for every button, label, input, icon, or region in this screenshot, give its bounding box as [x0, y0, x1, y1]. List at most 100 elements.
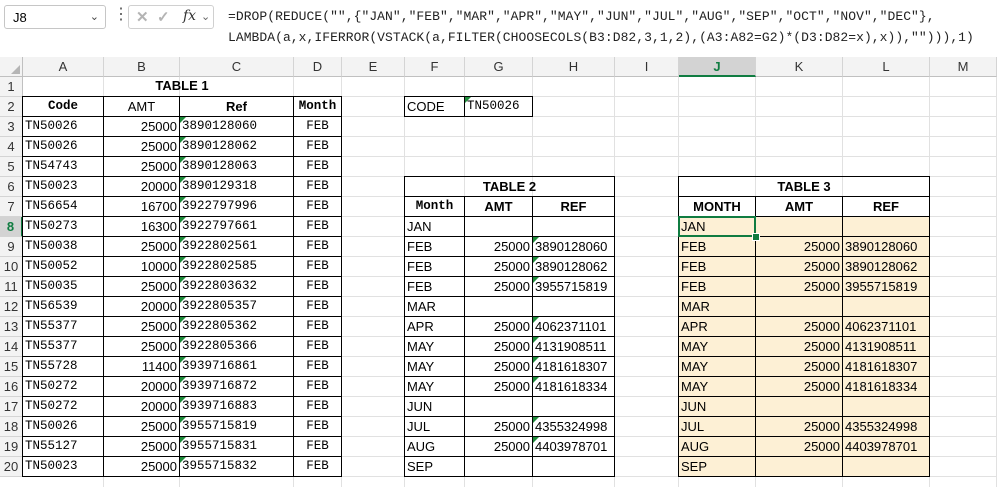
table2-month[interactable]: MAY: [404, 376, 465, 397]
row-header-17[interactable]: 17: [0, 397, 23, 417]
table1-amt[interactable]: 16300: [103, 216, 180, 237]
table2-amt[interactable]: 25000: [464, 236, 533, 257]
column-header-l[interactable]: L: [843, 57, 930, 77]
table2-ref[interactable]: [532, 396, 615, 417]
column-header-i[interactable]: I: [615, 57, 679, 77]
table1-month[interactable]: FEB: [293, 316, 342, 337]
row-header-7[interactable]: 7: [0, 197, 23, 217]
table2-ref[interactable]: [532, 216, 615, 237]
table2-amt[interactable]: [464, 216, 533, 237]
table1-ref[interactable]: 3890129318: [179, 176, 294, 197]
table1-code[interactable]: TN50038: [22, 236, 104, 257]
table1-month[interactable]: FEB: [293, 216, 342, 237]
table3-amt[interactable]: 25000: [755, 256, 843, 277]
table1-ref[interactable]: 3890128062: [179, 136, 294, 157]
table2-amt[interactable]: 25000: [464, 336, 533, 357]
code-label[interactable]: CODE: [404, 96, 465, 117]
table1-code[interactable]: TN56654: [22, 196, 104, 217]
table1-ref[interactable]: 3939716872: [179, 376, 294, 397]
table1-amt[interactable]: 25000: [103, 336, 180, 357]
table3-ref[interactable]: [842, 216, 930, 237]
table1-month[interactable]: FEB: [293, 416, 342, 437]
column-header-e[interactable]: E: [342, 57, 405, 77]
table1-ref[interactable]: 3955715832: [179, 456, 294, 477]
table1-ref[interactable]: 3922802585: [179, 256, 294, 277]
column-header-j[interactable]: J: [679, 57, 756, 77]
header-month[interactable]: Month: [293, 96, 342, 117]
table2-amt[interactable]: [464, 456, 533, 477]
table2-title[interactable]: TABLE 2: [404, 176, 615, 197]
select-all-corner[interactable]: [0, 57, 23, 77]
table1-amt[interactable]: 25000: [103, 416, 180, 437]
row-header-8[interactable]: 8: [0, 217, 23, 237]
row-header-9[interactable]: 9: [0, 237, 23, 257]
table1-amt[interactable]: 25000: [103, 456, 180, 477]
table2-month[interactable]: JUN: [404, 396, 465, 417]
table2-ref[interactable]: [532, 456, 615, 477]
header-code[interactable]: Code: [22, 96, 104, 117]
table1-month[interactable]: FEB: [293, 336, 342, 357]
spreadsheet-grid[interactable]: A B C D E F G H I J K L M 1 2 3 4 5 6 7 8 9 10 11 12 13 14 15 16 17 18…: [0, 57, 997, 487]
table2-ref[interactable]: 4181618334: [532, 376, 615, 397]
table1-code[interactable]: TN50026: [22, 136, 104, 157]
table1-ref[interactable]: 3922803632: [179, 276, 294, 297]
table1-month[interactable]: FEB: [293, 396, 342, 417]
chevron-down-icon[interactable]: ⌄: [90, 10, 99, 23]
table1-code[interactable]: TN50035: [22, 276, 104, 297]
table1-code[interactable]: TN55728: [22, 356, 104, 377]
table1-month[interactable]: FEB: [293, 236, 342, 257]
table1-ref[interactable]: 3922805362: [179, 316, 294, 337]
column-header-b[interactable]: B: [104, 57, 180, 77]
table1-amt[interactable]: 20000: [103, 376, 180, 397]
table2-ref[interactable]: 4355324998: [532, 416, 615, 437]
table3-ref[interactable]: [842, 296, 930, 317]
table1-ref[interactable]: 3922805357: [179, 296, 294, 317]
row-header-10[interactable]: 10: [0, 257, 23, 277]
insert-function-icon[interactable]: fx: [183, 8, 196, 24]
table3-amt[interactable]: [755, 456, 843, 477]
table1-month[interactable]: FEB: [293, 136, 342, 157]
table1-code[interactable]: TN55377: [22, 336, 104, 357]
table1-month[interactable]: FEB: [293, 276, 342, 297]
table2-ref[interactable]: [532, 296, 615, 317]
header-amt[interactable]: AMT: [103, 96, 180, 117]
column-header-f[interactable]: F: [405, 57, 465, 77]
table2-amt[interactable]: 25000: [464, 276, 533, 297]
row-header-11[interactable]: 11: [0, 277, 23, 297]
table1-amt[interactable]: 20000: [103, 396, 180, 417]
table3-ref[interactable]: [842, 396, 930, 417]
table2-ref[interactable]: 4062371101: [532, 316, 615, 337]
header-ref[interactable]: REF: [532, 196, 615, 217]
row-header-3[interactable]: 3: [0, 117, 23, 137]
table1-code[interactable]: TN56539: [22, 296, 104, 317]
table2-ref[interactable]: 4403978701: [532, 436, 615, 457]
confirm-icon[interactable]: ✓: [157, 8, 170, 26]
header-ref[interactable]: REF: [842, 196, 930, 217]
row-header-4[interactable]: 4: [0, 137, 23, 157]
table1-code[interactable]: TN55127: [22, 436, 104, 457]
header-month[interactable]: Month: [404, 196, 465, 217]
name-box[interactable]: J8 ⌄: [4, 5, 106, 29]
table1-ref[interactable]: 3922805366: [179, 336, 294, 357]
table2-amt[interactable]: 25000: [464, 316, 533, 337]
header-ref[interactable]: Ref: [179, 96, 294, 117]
table3-ref[interactable]: 4355324998: [842, 416, 930, 437]
table3-amt[interactable]: 25000: [755, 436, 843, 457]
table3-month[interactable]: MAY: [678, 336, 756, 357]
table1-code[interactable]: TN50023: [22, 176, 104, 197]
table1-amt[interactable]: 20000: [103, 296, 180, 317]
table3-ref[interactable]: 4131908511: [842, 336, 930, 357]
table1-month[interactable]: FEB: [293, 456, 342, 477]
table2-month[interactable]: FEB: [404, 236, 465, 257]
table1-code[interactable]: TN50273: [22, 216, 104, 237]
table1-amt[interactable]: 25000: [103, 156, 180, 177]
table1-ref[interactable]: 3955715831: [179, 436, 294, 457]
table3-amt[interactable]: [755, 216, 843, 237]
table1-month[interactable]: FEB: [293, 436, 342, 457]
table1-amt[interactable]: 25000: [103, 276, 180, 297]
table2-ref[interactable]: 4181618307: [532, 356, 615, 377]
table1-code[interactable]: TN50052: [22, 256, 104, 277]
row-header-20[interactable]: 20: [0, 457, 23, 477]
table1-ref[interactable]: 3890128060: [179, 116, 294, 137]
header-month[interactable]: MONTH: [678, 196, 756, 217]
